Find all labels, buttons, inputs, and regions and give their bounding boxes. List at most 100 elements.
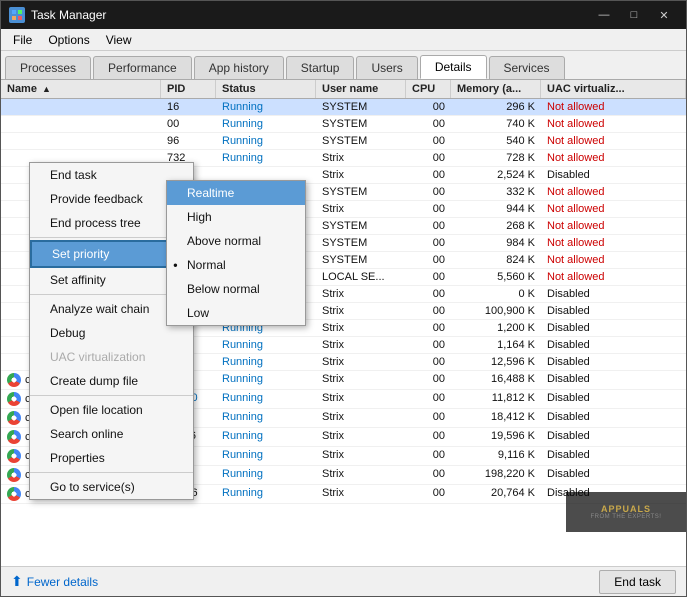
cell-user: Strix — [316, 354, 406, 370]
menu-bar: File Options View — [1, 29, 686, 51]
close-button[interactable]: ✕ — [650, 5, 678, 25]
col-memory[interactable]: Memory (a... — [451, 80, 541, 98]
sub-realtime[interactable]: Realtime — [167, 181, 305, 205]
cell-cpu: 00 — [406, 286, 451, 302]
fewer-details-label: Fewer details — [27, 575, 98, 589]
tab-startup[interactable]: Startup — [286, 56, 355, 79]
sub-low[interactable]: Low — [167, 301, 305, 325]
tab-users[interactable]: Users — [356, 56, 417, 79]
col-uac[interactable]: UAC virtualiz... — [541, 80, 686, 98]
cell-memory: 2,524 K — [451, 167, 541, 183]
cell-user: Strix — [316, 485, 406, 503]
end-task-button[interactable]: End task — [599, 570, 676, 594]
cell-name — [1, 116, 161, 132]
cell-status: Running — [216, 116, 316, 132]
cell-user: SYSTEM — [316, 133, 406, 149]
cell-uac: Disabled — [541, 390, 686, 408]
cell-cpu: 00 — [406, 99, 451, 115]
watermark-title: APPUALS — [601, 504, 651, 514]
cell-cpu: 00 — [406, 269, 451, 285]
col-name[interactable]: Name ▲ — [1, 80, 161, 98]
sub-normal[interactable]: Normal — [167, 253, 305, 277]
cell-user: Strix — [316, 286, 406, 302]
cell-user: Strix — [316, 201, 406, 217]
cell-memory: 540 K — [451, 133, 541, 149]
cell-memory: 332 K — [451, 184, 541, 200]
sub-below-normal[interactable]: Below normal — [167, 277, 305, 301]
cell-cpu: 00 — [406, 150, 451, 166]
cell-memory: 296 K — [451, 99, 541, 115]
window-controls: — □ ✕ — [590, 5, 678, 25]
chrome-icon — [7, 430, 21, 444]
col-cpu[interactable]: CPU — [406, 80, 451, 98]
minimize-button[interactable]: — — [590, 5, 618, 25]
cell-pid: 00 — [161, 116, 216, 132]
menu-options[interactable]: Options — [40, 31, 97, 49]
cell-user: Strix — [316, 337, 406, 353]
ctx-create-dump-file[interactable]: Create dump file — [30, 369, 193, 393]
sub-above-normal[interactable]: Above normal — [167, 229, 305, 253]
cell-user: SYSTEM — [316, 218, 406, 234]
cell-user: Strix — [316, 390, 406, 408]
cell-memory: 1,200 K — [451, 320, 541, 336]
tab-details[interactable]: Details — [420, 55, 487, 79]
ctx-search-online[interactable]: Search online — [30, 422, 193, 446]
cell-user: Strix — [316, 371, 406, 389]
tab-processes[interactable]: Processes — [5, 56, 91, 79]
cell-memory: 198,220 K — [451, 466, 541, 484]
cell-memory: 11,812 K — [451, 390, 541, 408]
cell-uac: Disabled — [541, 428, 686, 446]
table-row[interactable]: 96 Running SYSTEM 00 540 K Not allowed — [1, 133, 686, 150]
cell-cpu: 00 — [406, 235, 451, 251]
chrome-icon — [7, 411, 21, 425]
cell-uac: Disabled — [541, 354, 686, 370]
cell-uac: Not allowed — [541, 133, 686, 149]
cell-cpu: 00 — [406, 133, 451, 149]
cell-user: SYSTEM — [316, 116, 406, 132]
cell-uac: Disabled — [541, 371, 686, 389]
cell-uac: Not allowed — [541, 235, 686, 251]
cell-uac: Disabled — [541, 320, 686, 336]
tab-services[interactable]: Services — [489, 56, 565, 79]
cell-status: Running — [216, 337, 316, 353]
col-status[interactable]: Status — [216, 80, 316, 98]
cell-cpu: 00 — [406, 201, 451, 217]
maximize-button[interactable]: □ — [620, 5, 648, 25]
cell-user: Strix — [316, 409, 406, 427]
tab-app-history[interactable]: App history — [194, 56, 284, 79]
chrome-icon — [7, 449, 21, 463]
cell-cpu: 00 — [406, 354, 451, 370]
menu-file[interactable]: File — [5, 31, 40, 49]
tab-performance[interactable]: Performance — [93, 56, 192, 79]
cell-cpu: 00 — [406, 337, 451, 353]
cell-name — [1, 133, 161, 149]
cell-status: Running — [216, 354, 316, 370]
cell-name — [1, 99, 161, 115]
cell-uac: Not allowed — [541, 150, 686, 166]
cell-cpu: 00 — [406, 116, 451, 132]
cell-memory: 740 K — [451, 116, 541, 132]
col-pid[interactable]: PID — [161, 80, 216, 98]
cell-uac: Not allowed — [541, 252, 686, 268]
cell-uac: Disabled — [541, 167, 686, 183]
chrome-icon — [7, 468, 21, 482]
sub-high[interactable]: High — [167, 205, 305, 229]
ctx-properties[interactable]: Properties — [30, 446, 193, 470]
ctx-open-file-location[interactable]: Open file location — [30, 398, 193, 422]
menu-view[interactable]: View — [98, 31, 140, 49]
cell-uac: Not allowed — [541, 201, 686, 217]
cell-status: Running — [216, 371, 316, 389]
table-row[interactable]: 16 Running SYSTEM 00 296 K Not allowed — [1, 99, 686, 116]
fewer-details-button[interactable]: ⬆ Fewer details — [11, 573, 98, 590]
cell-memory: 984 K — [451, 235, 541, 251]
cell-status: Running — [216, 466, 316, 484]
cell-status: Running — [216, 133, 316, 149]
chrome-icon — [7, 392, 21, 406]
col-username[interactable]: User name — [316, 80, 406, 98]
ctx-go-to-services[interactable]: Go to service(s) — [30, 475, 193, 499]
cell-status: Running — [216, 447, 316, 465]
cell-user: SYSTEM — [316, 235, 406, 251]
cell-uac: Disabled — [541, 447, 686, 465]
cell-uac: Not allowed — [541, 218, 686, 234]
table-row[interactable]: 00 Running SYSTEM 00 740 K Not allowed — [1, 116, 686, 133]
